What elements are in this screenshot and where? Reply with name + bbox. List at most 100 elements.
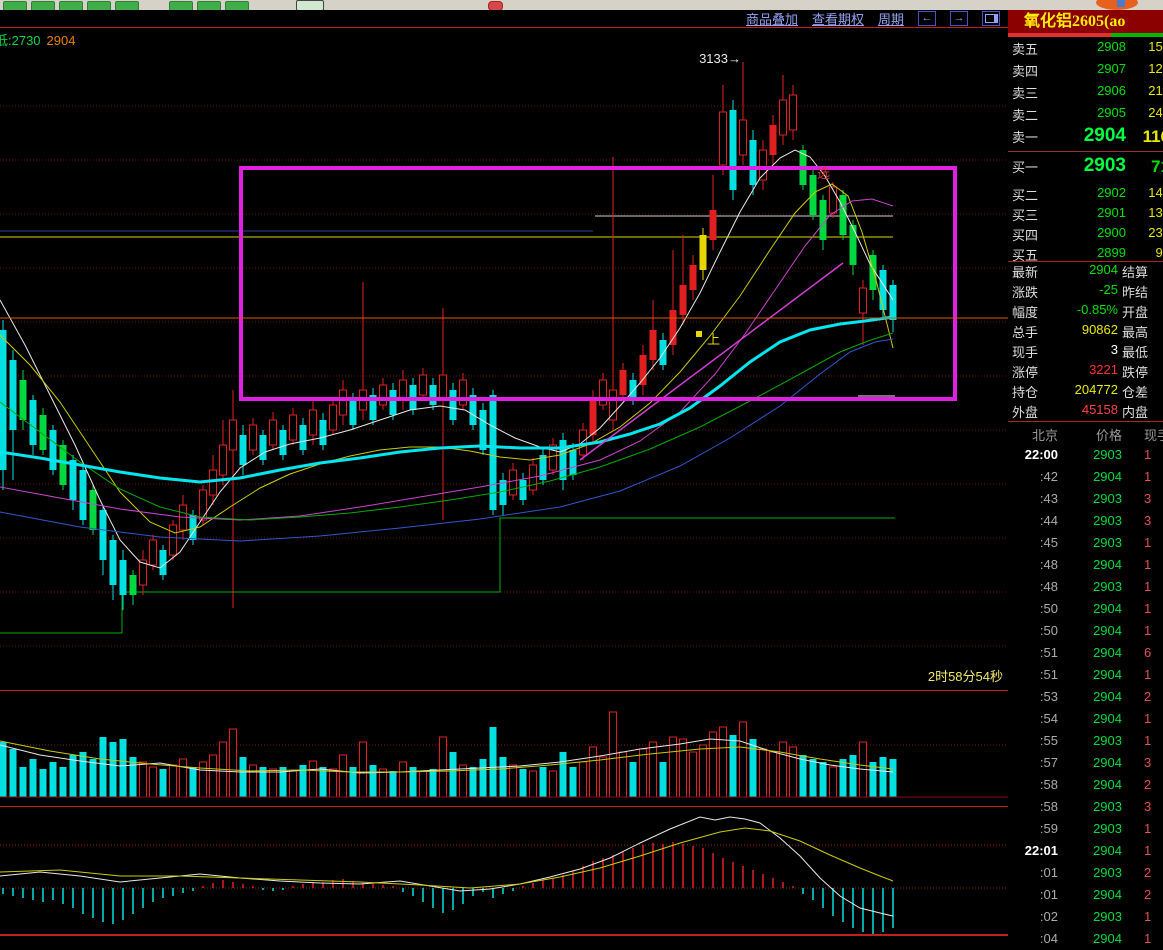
tick-price: 2904 — [1093, 711, 1122, 726]
toolbar-link-options[interactable]: 查看期权 — [812, 9, 864, 28]
ticklist-header: 北京 价格 现手 — [1008, 422, 1163, 444]
tick-price: 2904 — [1093, 689, 1122, 704]
tick-row[interactable]: :43 2903 3 — [1008, 488, 1163, 510]
tick-row[interactable]: :50 2904 1 — [1008, 620, 1163, 642]
ladder-label: 卖三 — [1012, 86, 1039, 101]
tick-price: 2903 — [1093, 733, 1122, 748]
tick-row[interactable]: :51 2904 6 — [1008, 642, 1163, 664]
tick-price: 2904 — [1093, 843, 1122, 858]
tick-price: 2903 — [1093, 799, 1122, 814]
split-window-glyph — [984, 14, 998, 23]
stat-right-label: 内盘 — [1122, 405, 1149, 420]
ladder-label: 卖五 — [1012, 42, 1039, 57]
ladder-row[interactable]: 卖五 2908 155 — [1008, 36, 1163, 58]
tick-qty: 1 — [1144, 843, 1152, 858]
split-window-icon[interactable] — [982, 11, 1000, 26]
prev-contract-icon[interactable]: ← — [918, 11, 936, 26]
tick-row[interactable]: :42 2904 1 — [1008, 466, 1163, 488]
tick-price: 2904 — [1093, 469, 1122, 484]
tick-price: 2903 — [1093, 909, 1122, 924]
ladder-label: 买一 — [1012, 160, 1039, 175]
ladder-price: 2900 — [1097, 225, 1126, 240]
tick-row[interactable]: :55 2903 1 — [1008, 730, 1163, 752]
tick-time: :02 — [1039, 909, 1058, 924]
tick-price: 2903 — [1093, 535, 1122, 550]
tick-time: :57 — [1039, 755, 1058, 770]
tick-time: :54 — [1039, 711, 1058, 726]
tick-row[interactable]: :01 2903 2 — [1008, 862, 1163, 884]
toolbar-link-period[interactable]: 周期 — [878, 9, 904, 28]
chart-toolbar: 商品叠加 查看期权 周期 ← → — [0, 10, 1008, 27]
ladder-row[interactable]: 卖一 2904 116 — [1008, 124, 1163, 150]
tick-row[interactable]: :45 2903 1 — [1008, 532, 1163, 554]
next-contract-icon[interactable]: → — [950, 11, 968, 26]
macd-pane[interactable] — [0, 806, 1008, 936]
tick-col-qty: 现手 — [1144, 428, 1163, 443]
tick-row[interactable]: :53 2904 2 — [1008, 686, 1163, 708]
stat-right-label: 仓差 — [1122, 385, 1149, 400]
tick-qty: 3 — [1144, 755, 1152, 770]
ladder-price: 2906 — [1097, 83, 1126, 98]
tick-qty: 2 — [1144, 689, 1152, 704]
tick-price: 2904 — [1093, 645, 1122, 660]
ladder-qty: 121 — [1148, 61, 1163, 76]
tick-row[interactable]: 22:00 2903 1 — [1008, 444, 1163, 466]
tick-row[interactable]: :51 2904 1 — [1008, 664, 1163, 686]
tick-row[interactable]: :58 2903 3 — [1008, 796, 1163, 818]
tick-price: 2903 — [1093, 447, 1122, 462]
stat-right-label: 最低 — [1122, 345, 1149, 360]
stat-right-label: 昨结 — [1122, 285, 1149, 300]
volume-top-border — [0, 690, 1008, 691]
tick-qty: 1 — [1144, 535, 1152, 550]
tick-qty: 1 — [1144, 931, 1152, 946]
stat-label: 外盘 — [1012, 405, 1039, 420]
stat-value: -25 — [1099, 282, 1118, 297]
tick-row[interactable]: :44 2903 3 — [1008, 510, 1163, 532]
ladder-row[interactable]: 买一 2903 71 — [1008, 154, 1163, 180]
tick-qty: 1 — [1144, 579, 1152, 594]
tick-row[interactable]: :01 2904 2 — [1008, 884, 1163, 906]
tick-time: :50 — [1039, 623, 1058, 638]
ladder-price: 2903 — [1083, 155, 1126, 176]
tick-row[interactable]: :04 2904 1 — [1008, 928, 1163, 950]
tick-time: :58 — [1039, 777, 1058, 792]
tick-row[interactable]: :50 2904 1 — [1008, 598, 1163, 620]
ladder-row[interactable]: 买四2900236 — [1008, 222, 1163, 244]
stat-value: 90862 — [1081, 322, 1118, 337]
tick-qty: 1 — [1144, 909, 1152, 924]
main-candlestick-chart[interactable]: 3133→ 选上 — [0, 27, 1008, 690]
app-window: { "top_strip": {"button_xs":[3,31,59,87,… — [0, 0, 1163, 946]
tick-price: 2904 — [1093, 777, 1122, 792]
ladder-qty: 249 — [1148, 105, 1163, 120]
tick-price: 2904 — [1093, 623, 1122, 638]
tick-row[interactable]: :02 2903 1 — [1008, 906, 1163, 928]
tick-col-time: 北京 — [1031, 428, 1058, 443]
tick-row[interactable]: :57 2904 3 — [1008, 752, 1163, 774]
ladder-price: 2904 — [1083, 125, 1126, 146]
tick-qty: 6 — [1144, 645, 1152, 660]
tick-time: :04 — [1039, 931, 1058, 946]
ladder-row[interactable]: 卖二 2905 249 — [1008, 102, 1163, 124]
tick-time: :43 — [1039, 491, 1058, 506]
tick-row[interactable]: 22:01 2904 1 — [1008, 840, 1163, 862]
tick-row[interactable]: :48 2904 1 — [1008, 554, 1163, 576]
stat-label: 涨跌 — [1012, 285, 1039, 300]
tick-qty: 3 — [1144, 799, 1152, 814]
volume-pane[interactable] — [0, 690, 1008, 806]
stat-row: 总手 90862 最高 — [1008, 320, 1163, 340]
ladder-row[interactable]: 买二2902140 — [1008, 182, 1163, 204]
app-logo-accent — [1117, 0, 1125, 7]
tick-time: :01 — [1039, 887, 1058, 902]
tick-time: :58 — [1039, 799, 1058, 814]
stat-value: 2904 — [1089, 262, 1118, 277]
tick-row[interactable]: :54 2904 1 — [1008, 708, 1163, 730]
ladder-row[interactable]: 卖四 2907 121 — [1008, 58, 1163, 80]
tick-row[interactable]: :59 2903 1 — [1008, 818, 1163, 840]
toolbar-link-overlay[interactable]: 商品叠加 — [746, 9, 798, 28]
tick-row[interactable]: :48 2903 1 — [1008, 576, 1163, 598]
ladder-row[interactable]: 买三2901139 — [1008, 202, 1163, 224]
tick-qty: 3 — [1144, 491, 1152, 506]
tick-row[interactable]: :58 2904 2 — [1008, 774, 1163, 796]
ladder-price: 2908 — [1097, 39, 1126, 54]
ladder-row[interactable]: 卖三 2906 213 — [1008, 80, 1163, 102]
